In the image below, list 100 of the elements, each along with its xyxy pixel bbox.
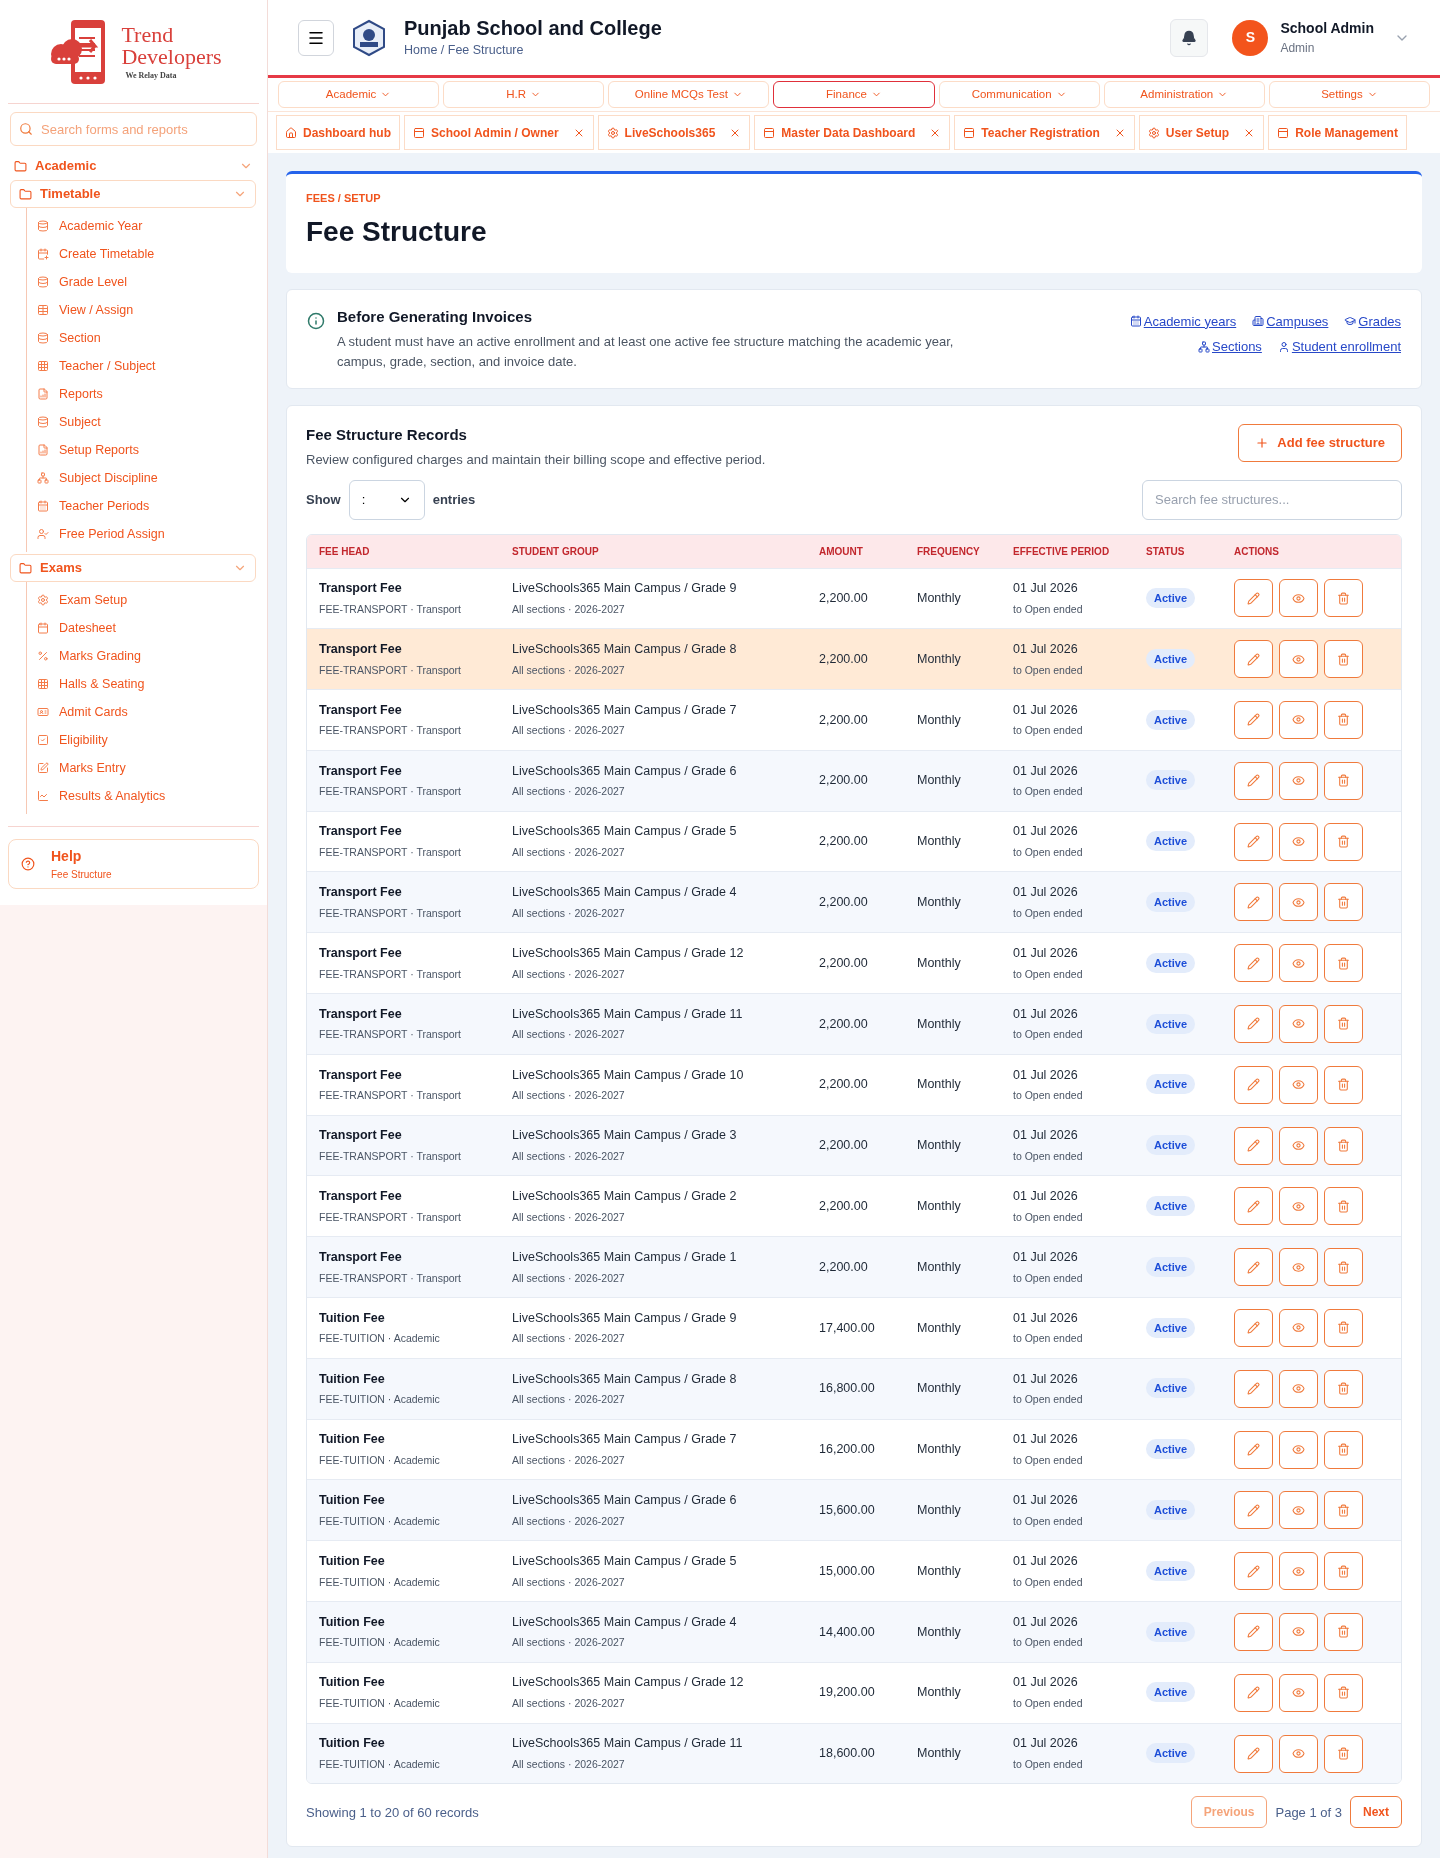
edit-button[interactable] bbox=[1234, 1612, 1273, 1651]
table-row[interactable]: Transport Fee FEE-TRANSPORT · Transport LiveSchools365 Main Campus / Grade 8 All sections · 2026-2027 2,200.00 Monthly 01 Jul 2026 to Open ended Active bbox=[307, 628, 1401, 690]
sidebar-item[interactable]: Setup Reports bbox=[37, 436, 267, 464]
page-tab[interactable]: Role Management bbox=[1268, 115, 1407, 150]
add-button[interactable]: Add fee structure bbox=[1238, 423, 1402, 462]
edit-button[interactable] bbox=[1234, 640, 1273, 679]
view-button[interactable] bbox=[1279, 883, 1318, 922]
sidebar-item[interactable]: Create Timetable bbox=[37, 240, 267, 268]
delete-button[interactable] bbox=[1324, 1065, 1363, 1104]
edit-button[interactable] bbox=[1234, 1734, 1273, 1773]
menu-tab[interactable]: H.R bbox=[443, 81, 605, 108]
view-button[interactable] bbox=[1279, 640, 1318, 679]
view-button[interactable] bbox=[1279, 1552, 1318, 1591]
sidebar-item[interactable]: Exam Setup bbox=[37, 586, 267, 614]
page-tab[interactable]: User Setup bbox=[1138, 115, 1265, 150]
sidebar-item[interactable]: Academic Year bbox=[37, 212, 267, 240]
previous-button[interactable]: Previous bbox=[1190, 1796, 1268, 1829]
edit-button[interactable] bbox=[1234, 1491, 1273, 1530]
sidebar-item[interactable]: Teacher / Subject bbox=[37, 352, 267, 380]
view-button[interactable] bbox=[1279, 1248, 1318, 1287]
notice-link[interactable]: Student enrollment bbox=[1277, 337, 1401, 357]
page-tab[interactable]: Teacher Registration bbox=[954, 115, 1135, 150]
view-button[interactable] bbox=[1279, 1369, 1318, 1408]
menu-tab[interactable]: Academic bbox=[278, 81, 440, 108]
sidebar-item[interactable]: Grade Level bbox=[37, 268, 267, 296]
delete-button[interactable] bbox=[1324, 883, 1363, 922]
sidebar-item[interactable]: Section bbox=[37, 324, 267, 352]
sidebar-group[interactable]: Timetable bbox=[10, 180, 256, 208]
sidebar-item[interactable]: Marks Entry bbox=[37, 754, 267, 782]
view-button[interactable] bbox=[1279, 761, 1318, 800]
delete-button[interactable] bbox=[1324, 1734, 1363, 1773]
edit-button[interactable] bbox=[1234, 944, 1273, 983]
sidebar-item[interactable]: Subject Discipline bbox=[37, 464, 267, 492]
view-button[interactable] bbox=[1279, 579, 1318, 618]
view-button[interactable] bbox=[1279, 1430, 1318, 1469]
sidebar-item[interactable]: Eligibility bbox=[37, 726, 267, 754]
edit-button[interactable] bbox=[1234, 579, 1273, 618]
view-button[interactable] bbox=[1279, 1065, 1318, 1104]
table-row[interactable]: Tuition Fee FEE-TUITION · Academic LiveSchools365 Main Campus / Grade 8 All sections · 2026-2027 16,800.00 Monthly 01 Jul 2026 to Open ended Active bbox=[307, 1357, 1401, 1419]
view-button[interactable] bbox=[1279, 1126, 1318, 1165]
edit-button[interactable] bbox=[1234, 1187, 1273, 1226]
menu-tab[interactable]: Communication bbox=[938, 81, 1100, 108]
sidebar-item[interactable]: Admit Cards bbox=[37, 698, 267, 726]
help-card[interactable]: Help Fee Structure bbox=[8, 839, 259, 889]
delete-button[interactable] bbox=[1324, 1126, 1363, 1165]
table-row[interactable]: Transport Fee FEE-TRANSPORT · Transport LiveSchools365 Main Campus / Grade 1 All sections · 2026-2027 2,200.00 Monthly 01 Jul 2026 to Open ended Active bbox=[307, 1236, 1401, 1298]
view-button[interactable] bbox=[1279, 1187, 1318, 1226]
edit-button[interactable] bbox=[1234, 701, 1273, 739]
search-field[interactable]: Search forms and reports bbox=[10, 112, 257, 146]
page-tab[interactable]: School Admin / Owner bbox=[404, 115, 594, 150]
delete-button[interactable] bbox=[1324, 1430, 1363, 1469]
notice-link[interactable]: Grades bbox=[1344, 311, 1401, 331]
delete-button[interactable] bbox=[1324, 1248, 1363, 1287]
notification-button[interactable] bbox=[1170, 18, 1209, 57]
view-button[interactable] bbox=[1279, 944, 1318, 983]
menu-tab[interactable]: Finance bbox=[773, 81, 935, 108]
page-tab[interactable]: LiveSchools365 bbox=[597, 115, 751, 150]
view-button[interactable] bbox=[1279, 1612, 1318, 1651]
table-row[interactable]: Transport Fee FEE-TRANSPORT · Transport LiveSchools365 Main Campus / Grade 6 All sections · 2026-2027 2,200.00 Monthly 01 Jul 2026 to Open ended Active bbox=[307, 749, 1401, 811]
edit-button[interactable] bbox=[1234, 1552, 1273, 1591]
sidebar-item[interactable]: Marks Grading bbox=[37, 642, 267, 670]
sidebar-item[interactable]: Teacher Periods bbox=[37, 492, 267, 520]
edit-button[interactable] bbox=[1234, 1248, 1273, 1287]
menu-tab[interactable]: Online MCQs Test bbox=[608, 81, 770, 108]
menu-tab[interactable]: Settings bbox=[1268, 81, 1430, 108]
view-button[interactable] bbox=[1279, 701, 1318, 739]
menu-tab[interactable]: Administration bbox=[1103, 81, 1265, 108]
view-button[interactable] bbox=[1279, 1734, 1318, 1773]
edit-button[interactable] bbox=[1234, 1673, 1273, 1712]
edit-button[interactable] bbox=[1234, 822, 1273, 861]
page-tab[interactable]: Master Data Dashboard bbox=[754, 115, 951, 150]
delete-button[interactable] bbox=[1324, 1004, 1363, 1043]
sidebar-item[interactable]: Reports bbox=[37, 380, 267, 408]
view-button[interactable] bbox=[1279, 1308, 1318, 1347]
menu-button[interactable] bbox=[298, 19, 334, 56]
delete-button[interactable] bbox=[1324, 1308, 1363, 1347]
delete-button[interactable] bbox=[1324, 944, 1363, 983]
sidebar-item[interactable]: View / Assign bbox=[37, 296, 267, 324]
edit-button[interactable] bbox=[1234, 1126, 1273, 1165]
delete-button[interactable] bbox=[1324, 1612, 1363, 1651]
sidebar-item[interactable]: Subject bbox=[37, 408, 267, 436]
delete-button[interactable] bbox=[1324, 822, 1363, 861]
delete-button[interactable] bbox=[1324, 701, 1363, 739]
view-button[interactable] bbox=[1279, 822, 1318, 861]
delete-button[interactable] bbox=[1324, 1552, 1363, 1591]
edit-button[interactable] bbox=[1234, 1308, 1273, 1347]
edit-button[interactable] bbox=[1234, 1004, 1273, 1043]
edit-button[interactable] bbox=[1234, 1430, 1273, 1469]
edit-button[interactable] bbox=[1234, 883, 1273, 922]
delete-button[interactable] bbox=[1324, 640, 1363, 679]
next-button[interactable]: Next bbox=[1350, 1796, 1402, 1829]
user-menu[interactable]: S School Admin Admin bbox=[1232, 18, 1410, 57]
view-button[interactable] bbox=[1279, 1491, 1318, 1530]
delete-button[interactable] bbox=[1324, 1369, 1363, 1408]
notice-link[interactable]: Sections bbox=[1198, 337, 1262, 357]
view-button[interactable] bbox=[1279, 1004, 1318, 1043]
sidebar-item[interactable]: Datesheet bbox=[37, 614, 267, 642]
delete-button[interactable] bbox=[1324, 1187, 1363, 1226]
table-row[interactable]: Transport Fee FEE-TRANSPORT · Transport LiveSchools365 Main Campus / Grade 3 All sections · 2026-2027 2,200.00 Monthly 01 Jul 2026 to Open ended Active bbox=[307, 1114, 1401, 1176]
delete-button[interactable] bbox=[1324, 1673, 1363, 1712]
